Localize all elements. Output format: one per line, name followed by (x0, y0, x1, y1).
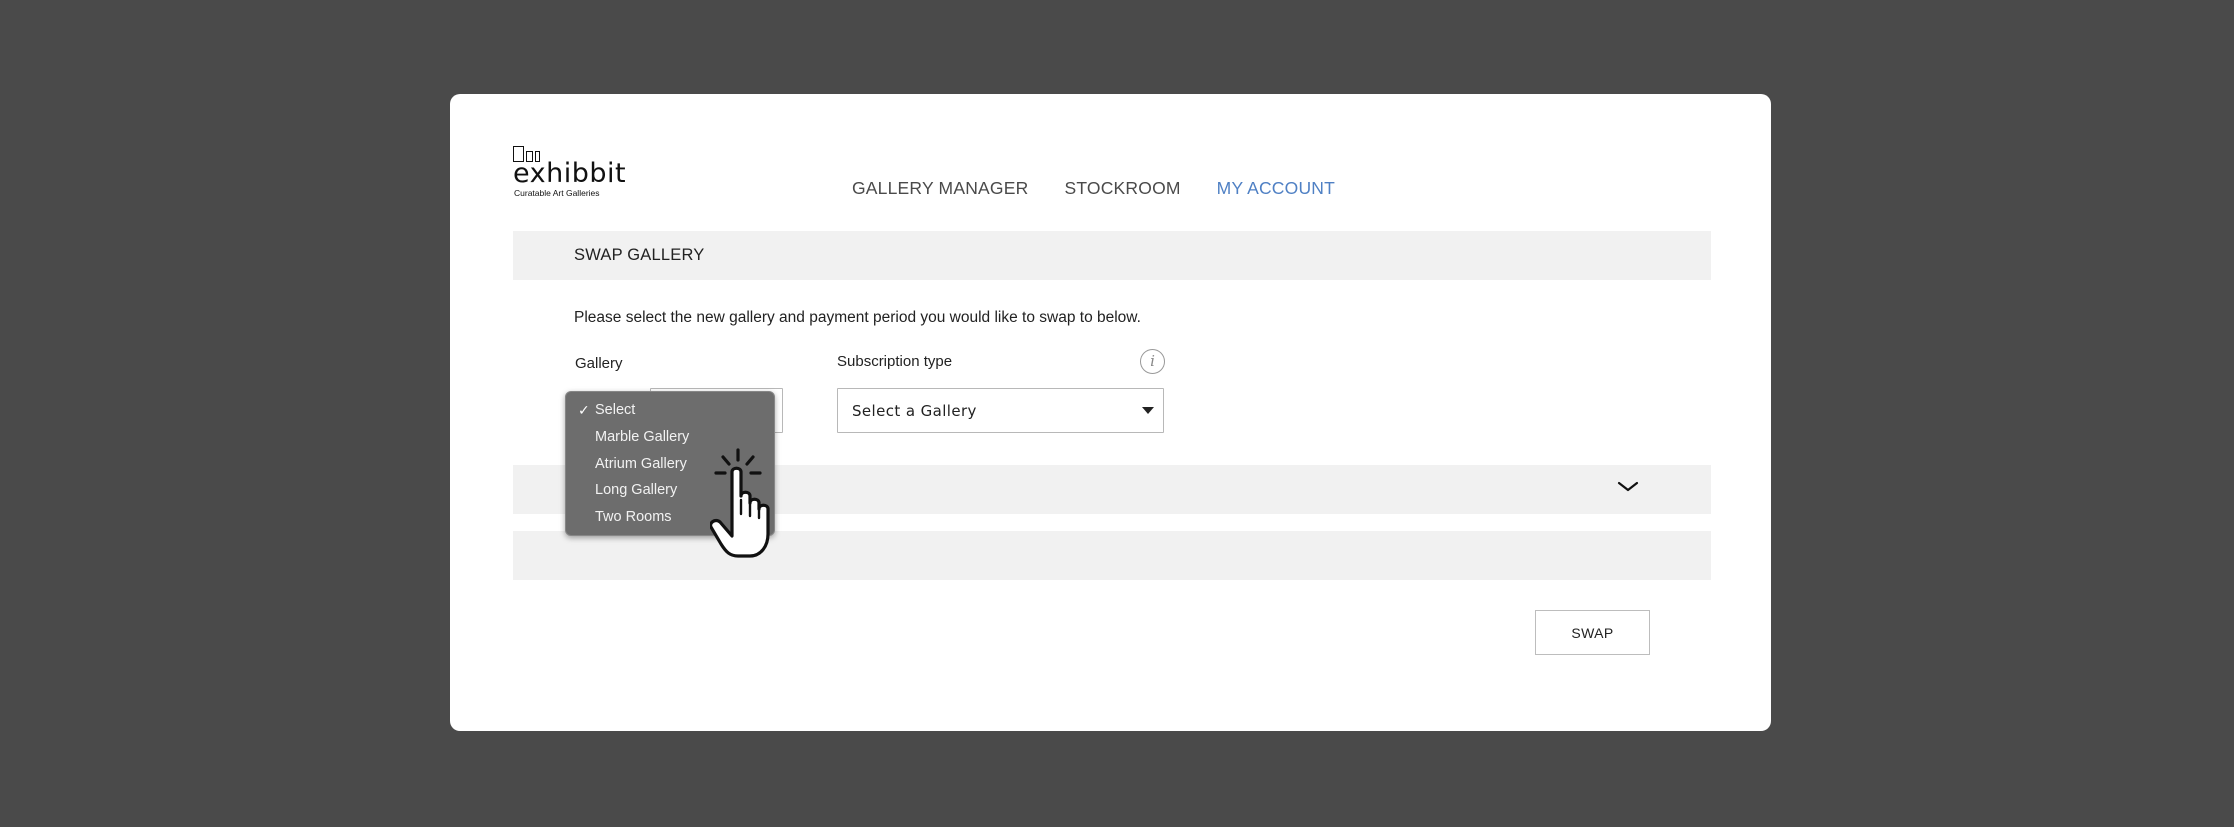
section-title: SWAP GALLERY (574, 246, 705, 264)
nav-stockroom[interactable]: STOCKROOM (1064, 178, 1180, 199)
logo-wordmark: exhibbit (513, 158, 627, 189)
caret-down-icon (1142, 407, 1154, 414)
swap-gallery-card: exhibbit Curatable Art Galleries GALLERY… (450, 94, 1771, 731)
dropdown-option-select[interactable]: ✓ Select (566, 400, 774, 427)
logo-tagline: Curatable Art Galleries (514, 188, 600, 198)
info-icon[interactable]: i (1140, 349, 1165, 374)
swap-gallery-header: SWAP GALLERY (513, 231, 1711, 280)
gallery-label: Gallery (575, 355, 623, 372)
subscription-type-select[interactable]: Select a Gallery (837, 388, 1164, 433)
checkmark-icon: ✓ (578, 402, 590, 418)
payment-section (513, 531, 1711, 580)
nav-my-account[interactable]: MY ACCOUNT (1217, 178, 1335, 199)
exhibbit-logo[interactable]: exhibbit Curatable Art Galleries (513, 146, 633, 198)
instruction-text: Please select the new gallery and paymen… (574, 309, 1141, 326)
subscription-select-value: Select a Gallery (852, 402, 977, 420)
chevron-down-icon[interactable] (1616, 480, 1640, 494)
hand-pointer-icon (710, 448, 770, 558)
swap-button[interactable]: SWAP (1535, 610, 1650, 655)
nav-gallery-manager[interactable]: GALLERY MANAGER (852, 178, 1028, 199)
main-nav: GALLERY MANAGER STOCKROOM MY ACCOUNT (852, 178, 1335, 199)
subscription-type-label: Subscription type (837, 353, 953, 370)
